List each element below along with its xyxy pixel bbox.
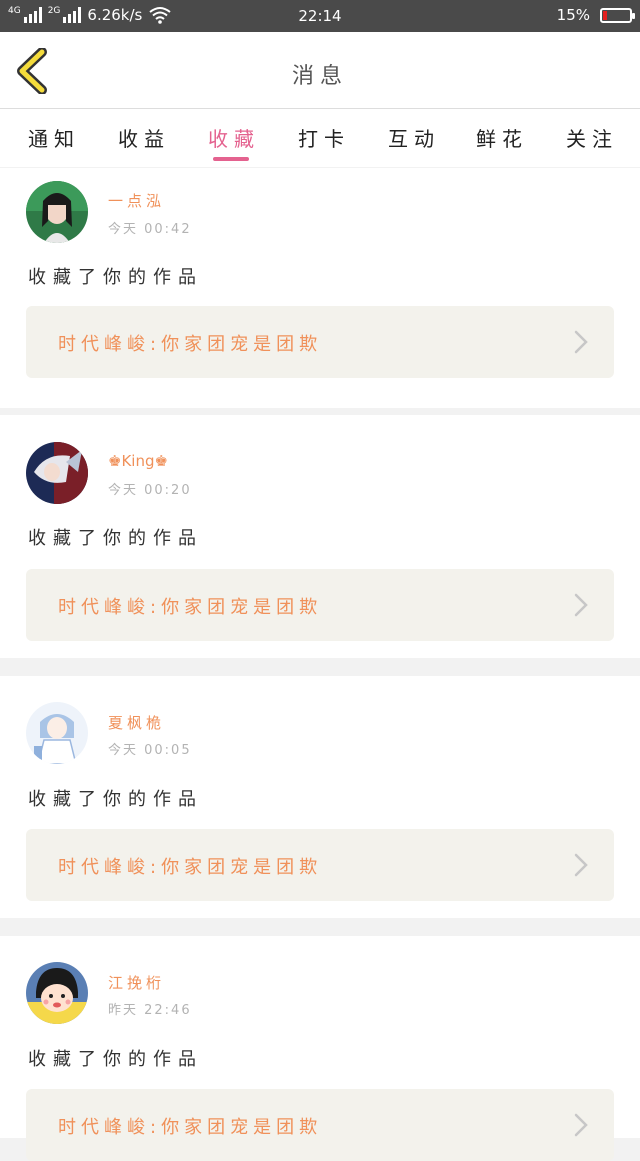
work-link[interactable]: 时代峰峻:你家团宠是团欺 bbox=[26, 1089, 614, 1161]
work-title: 时代峰峻:你家团宠是团欺 bbox=[58, 1117, 323, 1138]
work-title: 时代峰峻:你家团宠是团欺 bbox=[58, 334, 323, 355]
user-name[interactable]: 一点泓 bbox=[108, 190, 165, 211]
tab-checkin[interactable]: 打卡 bbox=[298, 123, 350, 152]
work-title: 时代峰峻:你家团宠是团欺 bbox=[58, 857, 323, 878]
message-text: 收藏了你的作品 bbox=[28, 789, 203, 810]
tab-flowers[interactable]: 鲜花 bbox=[476, 123, 528, 152]
avatar[interactable] bbox=[26, 702, 88, 764]
clock: 22:14 bbox=[298, 7, 342, 25]
avatar[interactable] bbox=[26, 181, 88, 243]
battery-percent: 15% bbox=[556, 6, 590, 24]
message-time: 今天 00:05 bbox=[108, 743, 192, 758]
message-time: 昨天 22:46 bbox=[108, 1003, 192, 1018]
list-item: ♚King♚ 今天 00:20 收藏了你的作品 时代峰峻:你家团宠是团欺 bbox=[0, 415, 640, 658]
work-link[interactable]: 时代峰峻:你家团宠是团欺 bbox=[26, 306, 614, 378]
message-time: 今天 00:42 bbox=[108, 222, 192, 237]
tab-earnings[interactable]: 收益 bbox=[118, 123, 170, 152]
tab-bar: 通知 收益 收藏 打卡 互动 鲜花 关注 bbox=[0, 109, 640, 167]
chevron-right-icon bbox=[574, 853, 588, 877]
avatar[interactable] bbox=[26, 442, 88, 504]
avatar[interactable] bbox=[26, 962, 88, 1024]
chevron-right-icon bbox=[574, 593, 588, 617]
list-item: 一点泓 今天 00:42 收藏了你的作品 时代峰峻:你家团宠是团欺 bbox=[0, 168, 640, 408]
tab-interactions[interactable]: 互动 bbox=[388, 123, 440, 152]
nav-header: 消息 bbox=[0, 32, 640, 109]
active-tab-indicator bbox=[213, 157, 249, 161]
tab-notifications[interactable]: 通知 bbox=[28, 123, 80, 152]
work-link[interactable]: 时代峰峻:你家团宠是团欺 bbox=[26, 829, 614, 901]
work-link[interactable]: 时代峰峻:你家团宠是团欺 bbox=[26, 569, 614, 641]
battery-icon bbox=[600, 7, 635, 23]
status-bar: 4G 2G 6.26k/s 22:14 15% bbox=[0, 0, 640, 32]
user-name[interactable]: 夏枫桅 bbox=[108, 712, 165, 733]
message-time: 今天 00:20 bbox=[108, 483, 192, 498]
page-title: 消息 bbox=[291, 64, 348, 89]
tab-follows[interactable]: 关注 bbox=[566, 123, 618, 152]
message-text: 收藏了你的作品 bbox=[28, 528, 203, 549]
message-text: 收藏了你的作品 bbox=[28, 267, 203, 288]
user-name[interactable]: 江挽桁 bbox=[108, 972, 165, 993]
message-text: 收藏了你的作品 bbox=[28, 1049, 203, 1070]
work-title: 时代峰峻:你家团宠是团欺 bbox=[58, 597, 323, 618]
tab-favorites[interactable]: 收藏 bbox=[208, 123, 260, 152]
user-name[interactable]: ♚King♚ bbox=[108, 452, 168, 470]
list-item: 夏枫桅 今天 00:05 收藏了你的作品 时代峰峻:你家团宠是团欺 bbox=[0, 676, 640, 918]
chevron-right-icon bbox=[574, 1113, 588, 1137]
list-item: 江挽桁 昨天 22:46 收藏了你的作品 时代峰峻:你家团宠是团欺 bbox=[0, 936, 640, 1161]
chevron-right-icon bbox=[574, 330, 588, 354]
